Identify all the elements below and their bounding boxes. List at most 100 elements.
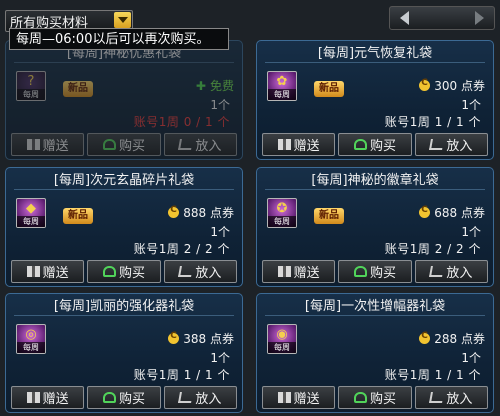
item-icon[interactable]: ? 每周 (16, 71, 46, 101)
product-card-weekly-one-time-amplifier: [每周]一次性增幅器礼袋 ◉ 每周 288 点券 1个 账号1周 1 / 1 个… (256, 293, 494, 413)
weekly-badge: 每周 (17, 342, 45, 353)
next-page-icon[interactable] (475, 11, 484, 25)
item-icon[interactable]: ✪ 每周 (267, 198, 297, 228)
bag-icon (102, 139, 116, 150)
purchase-limit: 账号1周 0 / 1 个 (133, 115, 230, 129)
weekly-badge: 每周 (268, 89, 296, 100)
gift-icon (277, 139, 291, 150)
gift-button[interactable]: 赠送 (262, 386, 336, 409)
add-to-cart-button[interactable]: 放入 (414, 386, 488, 409)
quantity: 1个 (210, 98, 230, 112)
quantity: 1个 (210, 351, 230, 365)
product-card-weekly-mystery-badge: [每周]神秘的徽章礼袋 ✪ 每周 新品 688 点券 1个 账号1周 2 / 2… (256, 167, 494, 287)
product-card-weekly-vitality-recovery: [每周]元气恢复礼袋 ✿ 每周 新品 300 点券 1个 账号1周 1 / 1 … (256, 40, 494, 160)
buy-button[interactable]: 购买 (87, 133, 161, 156)
weekly-badge: 每周 (17, 216, 45, 227)
ring-item-icon: ◎ (25, 327, 37, 342)
quantity: 1个 (461, 351, 481, 365)
buy-button[interactable]: 购买 (338, 260, 412, 283)
cart-icon (178, 139, 194, 150)
item-icon[interactable]: ◎ 每周 (16, 324, 46, 354)
gift-button[interactable]: 赠送 (11, 386, 85, 409)
cart-icon (429, 266, 445, 277)
price-text: 688 点券 (434, 206, 485, 220)
purchase-limit: 账号1周 2 / 2 个 (133, 242, 230, 256)
cart-icon (178, 392, 194, 403)
price: 688 点券 (419, 204, 485, 221)
coin-icon (419, 331, 431, 344)
gift-icon (26, 139, 40, 150)
badge-item-icon: ✪ (276, 201, 288, 216)
purchase-limit: 账号1周 2 / 2 个 (384, 242, 481, 256)
cart-icon (429, 392, 445, 403)
cart-icon (429, 139, 445, 150)
amplifier-item-icon: ◉ (276, 327, 288, 342)
purchase-limit: 账号1周 1 / 1 个 (133, 368, 230, 382)
product-title: [每周]次元玄晶碎片礼袋 (14, 172, 234, 190)
cart-label: 放入 (195, 392, 222, 407)
cart-label: 放入 (195, 266, 222, 281)
product-title: [每周]凯丽的强化器礼袋 (14, 298, 234, 316)
bag-icon (353, 392, 367, 403)
product-title: [每周]一次性增幅器礼袋 (265, 298, 485, 316)
gift-button[interactable]: 赠送 (262, 260, 336, 283)
card-buttons: 赠送 购买 放入 (11, 386, 237, 409)
price: ✚ 免费 (196, 77, 234, 94)
question-mark-icon: ? (27, 74, 35, 89)
product-card-weekly-kiri-enhancer: [每周]凯丽的强化器礼袋 ◎ 每周 388 点券 1个 账号1周 1 / 1 个… (5, 293, 243, 413)
card-buttons: 赠送 购买 放入 (262, 260, 488, 283)
buy-button[interactable]: 购买 (338, 133, 412, 156)
cart-label: 放入 (446, 139, 473, 154)
card-buttons: 赠送 购买 放入 (262, 386, 488, 409)
gift-icon (277, 266, 291, 277)
bag-icon (102, 266, 116, 277)
add-to-cart-button[interactable]: 放入 (163, 133, 237, 156)
coin-icon (168, 205, 180, 218)
item-icon[interactable]: ◉ 每周 (267, 324, 297, 354)
gift-label: 赠送 (42, 266, 69, 281)
new-badge: 新品 (314, 81, 344, 97)
product-title: [每周]元气恢复礼袋 (265, 45, 485, 63)
price-text: 300 点券 (434, 79, 485, 93)
item-icon[interactable]: ◆ 每周 (16, 198, 46, 228)
quantity: 1个 (461, 225, 481, 239)
cart-label: 放入 (195, 139, 222, 154)
gift-button[interactable]: 赠送 (11, 260, 85, 283)
price-text: 免费 (209, 79, 234, 93)
weekly-badge: 每周 (268, 216, 296, 227)
coin-icon (168, 331, 180, 344)
gift-label: 赠送 (293, 266, 320, 281)
coin-icon (419, 205, 431, 218)
coin-icon (419, 78, 431, 91)
crystal-item-icon: ◆ (26, 201, 36, 216)
gift-label: 赠送 (293, 392, 320, 407)
product-title: [每周]神秘的徽章礼袋 (265, 172, 485, 190)
card-buttons: 赠送 购买 放入 (11, 133, 237, 156)
gift-button[interactable]: 赠送 (11, 133, 85, 156)
price: 300 点券 (419, 77, 485, 94)
card-buttons: 赠送 购买 放入 (262, 133, 488, 156)
add-to-cart-button[interactable]: 放入 (414, 133, 488, 156)
buy-button[interactable]: 购买 (338, 386, 412, 409)
chevron-down-icon[interactable] (114, 12, 131, 28)
add-to-cart-button[interactable]: 放入 (414, 260, 488, 283)
prev-page-icon[interactable] (400, 11, 409, 25)
cart-label: 放入 (446, 266, 473, 281)
gift-button[interactable]: 赠送 (262, 133, 336, 156)
purchase-limit: 账号1周 1 / 1 个 (384, 115, 481, 129)
bag-icon (353, 139, 367, 150)
add-to-cart-button[interactable]: 放入 (163, 386, 237, 409)
item-icon[interactable]: ✿ 每周 (267, 71, 297, 101)
buy-label: 购买 (369, 266, 396, 281)
gift-icon (277, 392, 291, 403)
buy-button[interactable]: 购买 (87, 386, 161, 409)
cart-icon (178, 266, 194, 277)
bag-icon (353, 266, 367, 277)
price-text: 388 点券 (183, 332, 234, 346)
bag-item-icon: ✿ (276, 74, 288, 89)
buy-button[interactable]: 购买 (87, 260, 161, 283)
product-card-weekly-dimension-crystal-shard: [每周]次元玄晶碎片礼袋 ◆ 每周 新品 888 点券 1个 账号1周 2 / … (5, 167, 243, 287)
gift-icon (26, 266, 40, 277)
add-to-cart-button[interactable]: 放入 (163, 260, 237, 283)
quantity: 1个 (461, 98, 481, 112)
